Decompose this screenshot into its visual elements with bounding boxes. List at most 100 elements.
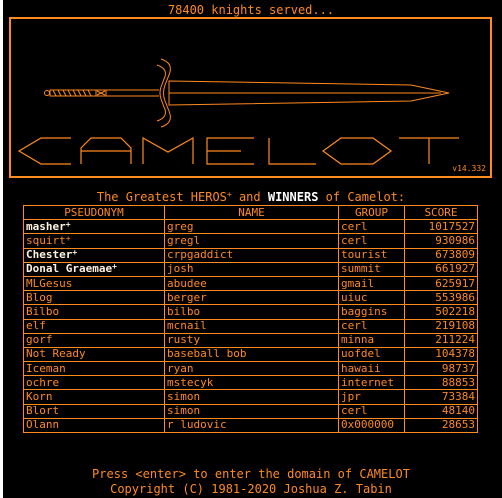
pseudonym-cell: Olann [23, 417, 165, 434]
pseudonym-cell: Chester+ [23, 247, 165, 263]
group-cell: summit [338, 261, 405, 277]
score-cell: 673809 [404, 247, 478, 263]
pseudonym-cell: Donal Graemae+ [23, 261, 165, 277]
pseudonym-cell: Bilbo [23, 304, 165, 320]
hero-mark: + [226, 190, 232, 199]
score-cell: 553986 [404, 290, 478, 306]
group-cell: cerl [338, 403, 405, 419]
pseudonym-text: Blog [26, 290, 53, 304]
pseudonym-cell: Iceman [23, 361, 165, 377]
table-row: squirt+ gregl cerl 930986 [23, 233, 478, 249]
group-cell: cerl [338, 219, 405, 235]
name-cell: baseball bob [164, 346, 339, 363]
score-cell: 661927 [404, 261, 478, 277]
winners-label: WINNERS [267, 190, 319, 204]
group-cell: gmail [338, 275, 405, 292]
group-cell: minna [338, 332, 405, 348]
pseudonym-cell: Blort [23, 403, 165, 419]
name-cell: mstecyk [164, 375, 339, 391]
name-cell: simon [164, 403, 339, 419]
pseudonym-cell: Korn [23, 389, 165, 405]
heading-text: The Greatest HEROS [96, 190, 227, 204]
copyright-notice: Copyright (C) 1981-2020 Joshua Z. Tabin [110, 482, 392, 496]
table-row: Iceman ryan hawaii 98737 [23, 361, 478, 377]
pseudonym-cell: MLGesus [23, 275, 165, 292]
name-cell: abudee [164, 275, 339, 292]
table-row: Donal Graemae+ josh summit 661927 [23, 261, 478, 277]
pseudonym-text: ochre [26, 375, 60, 389]
name-cell: mcnail [164, 318, 339, 334]
score-cell: 104378 [404, 346, 478, 363]
hero-mark: + [72, 248, 78, 258]
pseudonym-text: Korn [26, 390, 53, 404]
heading-suffix: of Camelot: [318, 190, 406, 204]
group-cell: uofdel [338, 346, 405, 363]
name-cell: gregl [164, 233, 339, 249]
pseudonym-text: Chester [26, 248, 73, 262]
pseudonym-text: gorf [26, 333, 53, 347]
table-row: elf mcnail cerl 219108 [23, 318, 478, 334]
pseudonym-cell: ochre [23, 375, 165, 391]
group-cell: cerl [338, 233, 405, 249]
pseudonym-cell: masher+ [23, 219, 165, 235]
knights-served-message: 78400 knights served... [167, 3, 335, 17]
score-cell: 625917 [404, 275, 478, 292]
pseudonym-text: Olann [26, 418, 60, 432]
group-cell: hawaii [338, 361, 405, 377]
pseudonym-text: MLGesus [26, 276, 73, 290]
scores-table: PSEUDONYM NAME GROUP SCORE masher+ greg ce… [23, 204, 478, 434]
pseudonym-cell: Not Ready [23, 346, 165, 363]
column-header-score: SCORE [404, 204, 478, 221]
hall-of-fame-heading: The Greatest HEROS+ and WINNERS of Camel… [0, 190, 502, 204]
press-enter-prompt: Press <enter> to enter the domain of CAM… [92, 467, 410, 481]
pseudonym-cell: gorf [23, 332, 165, 348]
column-header-name: NAME [164, 204, 339, 221]
name-cell: greg [164, 219, 339, 235]
group-cell: 0x000000 [338, 417, 405, 434]
name-cell: josh [164, 261, 339, 277]
name-cell: rusty [164, 332, 339, 348]
table-row: Chester+ crpgaddict tourist 673809 [23, 247, 478, 263]
pseudonym-cell: elf [23, 318, 165, 334]
table-row: Korn simon jpr 73384 [23, 389, 478, 405]
camelot-banner: v14.332 [9, 17, 492, 178]
score-cell: 211224 [404, 332, 478, 348]
table-row: ochre mstecyk internet 88853 [23, 375, 478, 391]
pseudonym-text: Blort [26, 404, 60, 418]
hero-mark: + [65, 233, 71, 243]
group-cell: tourist [338, 247, 405, 263]
table-row: gorf rusty minna 211224 [23, 332, 478, 348]
score-cell: 930986 [404, 233, 478, 249]
pseudonym-text: masher [26, 219, 66, 233]
score-cell: 219108 [404, 318, 478, 334]
window-left-border [0, 0, 3, 498]
table-row: Not Ready baseball bob uofdel 104378 [23, 346, 478, 363]
table-row: MLGesus abudee gmail 625917 [23, 275, 478, 292]
table-row: masher+ greg cerl 1017527 [23, 219, 478, 235]
name-cell: crpgaddict [164, 247, 339, 263]
score-cell: 98737 [404, 361, 478, 377]
group-cell: uiuc [338, 290, 405, 306]
group-cell: baggins [338, 304, 405, 320]
pseudonym-text: Bilbo [26, 304, 60, 318]
pseudonym-text: elf [26, 319, 46, 333]
heading-and: and [231, 190, 268, 204]
pseudonym-cell: Blog [23, 290, 165, 306]
group-cell: jpr [338, 389, 405, 405]
version-label: v14.332 [452, 164, 486, 173]
pseudonym-text: Donal Graemae [26, 262, 113, 276]
name-cell: ryan [164, 361, 339, 377]
score-cell: 1017527 [404, 219, 478, 235]
table-row: Olann r ludovic 0x000000 28653 [23, 417, 478, 434]
column-header-group: GROUP [338, 204, 405, 221]
table-row: Blort simon cerl 48140 [23, 403, 478, 419]
score-cell: 88853 [404, 375, 478, 391]
table-row: Blog berger uiuc 553986 [23, 290, 478, 306]
table-row: Bilbo bilbo baggins 502218 [23, 304, 478, 320]
hero-mark: + [65, 219, 71, 229]
pseudonym-text: Not Ready [26, 347, 86, 361]
group-cell: cerl [338, 318, 405, 334]
hero-mark: + [112, 262, 117, 272]
table-header-row: PSEUDONYM NAME GROUP SCORE [23, 204, 478, 221]
camelot-logo [17, 136, 459, 165]
